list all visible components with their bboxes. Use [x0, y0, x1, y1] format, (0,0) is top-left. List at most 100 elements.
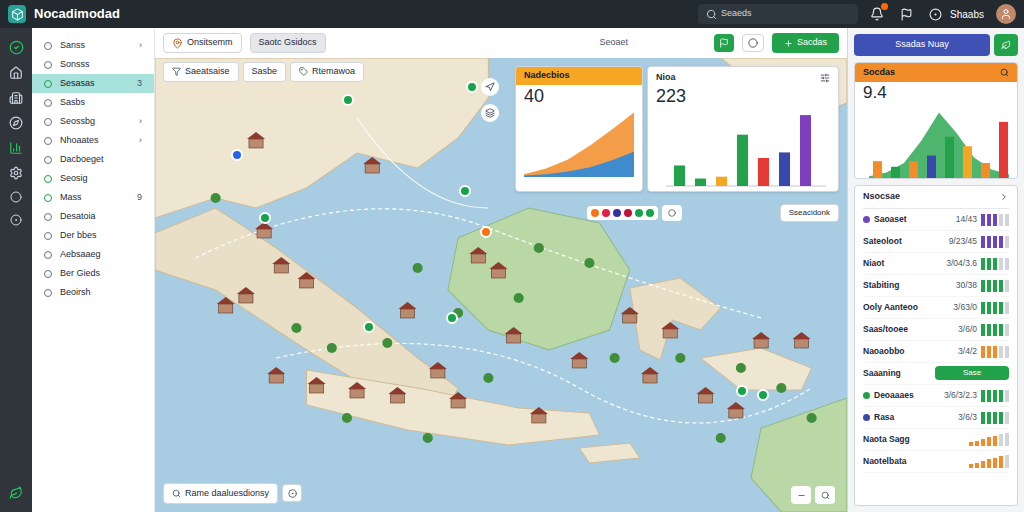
chart-icon[interactable]: [9, 141, 23, 155]
sidebar-item[interactable]: Der bbes: [32, 226, 154, 245]
bar: [737, 135, 748, 186]
flag-icon[interactable]: [900, 8, 913, 21]
compass-icon[interactable]: [9, 116, 23, 130]
bar: [695, 179, 706, 186]
circle-button[interactable]: [742, 34, 764, 52]
list-row[interactable]: Stabiting30/38: [863, 275, 1009, 297]
meter-segment: [1005, 412, 1009, 424]
sidebar-item[interactable]: Sasbs: [32, 93, 154, 112]
meter-segment: [993, 280, 997, 292]
map-pin[interactable]: [459, 185, 471, 197]
list-row[interactable]: Ooly Aanteoo3/63/0: [863, 297, 1009, 319]
map-search[interactable]: Rame daaluesdionsy: [163, 483, 278, 505]
target-icon[interactable]: [10, 214, 22, 226]
navigation-icon: [485, 82, 495, 92]
panel-button[interactable]: Ssadas Nuay: [854, 34, 990, 56]
building-icon[interactable]: [9, 91, 23, 105]
legend-dot: [602, 209, 610, 217]
sidebar-item[interactable]: Desatoia: [32, 207, 154, 226]
house-icon: [308, 377, 326, 393]
meter-segment: [999, 280, 1003, 292]
settings-icon[interactable]: [820, 73, 830, 83]
list-row[interactable]: Sateoloot9/23/45: [863, 231, 1009, 253]
map-pin[interactable]: [363, 321, 375, 333]
house-icon: [272, 257, 290, 273]
map-pin[interactable]: [446, 312, 458, 324]
list-row[interactable]: Saoaset14/43: [863, 209, 1009, 231]
search-icon[interactable]: [1000, 68, 1009, 77]
sidebar-item[interactable]: Beoirsh: [32, 283, 154, 302]
avatar[interactable]: [996, 4, 1016, 24]
bar: [758, 158, 769, 186]
action-button[interactable]: Sacdas: [772, 33, 839, 53]
item-icon: [44, 194, 52, 202]
meter-segment: [1005, 455, 1009, 469]
map-pin[interactable]: [466, 81, 478, 93]
list-row[interactable]: Deoaaaes3/6/3/2.3: [863, 385, 1009, 407]
filter-chip[interactable]: Saeatsaise: [163, 62, 239, 82]
meter-segment: [975, 463, 979, 469]
map-pin[interactable]: [757, 389, 769, 401]
minus-icon: [797, 491, 806, 500]
layers-control[interactable]: [481, 104, 499, 122]
zoom-in-button[interactable]: [815, 486, 835, 504]
check-icon[interactable]: [9, 40, 24, 55]
primary-button[interactable]: Onsitsemm: [163, 33, 242, 53]
locate-button[interactable]: [282, 484, 302, 502]
bar-chart: [656, 107, 826, 187]
sidebar-item[interactable]: Mass9: [32, 188, 154, 207]
meter-segment: [969, 442, 973, 446]
map-pin[interactable]: [259, 212, 271, 224]
map[interactable]: SaeatsaiseSasbeRtemawoaNadecbios40Nioa22…: [155, 58, 847, 512]
house-icon: [297, 272, 315, 288]
status-icon[interactable]: [929, 8, 942, 21]
map-pin[interactable]: [231, 149, 243, 161]
sidebar-item[interactable]: Seosig: [32, 169, 154, 188]
list-row[interactable]: Naota Sagg: [863, 429, 1009, 451]
filter-chip[interactable]: Rtemawoa: [290, 62, 364, 82]
map-pin[interactable]: [736, 385, 748, 397]
tree-icon: [807, 413, 817, 423]
navigate-button[interactable]: [481, 78, 499, 96]
sidebar-item[interactable]: Dacboeget: [32, 150, 154, 169]
meter-segment: [981, 280, 985, 292]
sidebar-item[interactable]: Sonsss: [32, 55, 154, 74]
flag-button[interactable]: [714, 34, 734, 52]
row-value: 3/4/2: [958, 345, 977, 358]
tree-icon: [291, 323, 301, 333]
list-row[interactable]: SaaaningSase: [863, 363, 1009, 385]
list-row[interactable]: Naoaobbo3/4/2: [863, 341, 1009, 363]
sidebar-item[interactable]: Seossbg›: [32, 112, 154, 131]
sidebar-item[interactable]: Sanss›: [32, 36, 154, 55]
flag-icon: [719, 38, 729, 48]
filter-chip[interactable]: Sasbe: [243, 62, 287, 82]
zoom-out-button[interactable]: [791, 486, 811, 504]
sidebar-item[interactable]: Sesasas3: [32, 74, 154, 93]
row-value: 3/6/3/2.3: [944, 389, 977, 402]
item-icon: [44, 213, 52, 221]
list-row[interactable]: Rasa3/6/3: [863, 407, 1009, 429]
secondary-button[interactable]: Saotc Gsidocs: [250, 33, 326, 53]
sidebar-item[interactable]: Aebsaaeg: [32, 245, 154, 264]
list-row[interactable]: Saas/tooee3/6/0: [863, 319, 1009, 341]
panel-chart-card: Socdas9.4: [854, 62, 1018, 180]
refresh-button[interactable]: [662, 205, 682, 221]
legend-dot: [646, 209, 654, 217]
gear-icon[interactable]: [9, 166, 23, 180]
meter-segment: [999, 236, 1003, 248]
meter-segment: [1005, 302, 1009, 314]
chevron-icon[interactable]: [999, 192, 1009, 202]
sidebar-item[interactable]: Ber Gieds: [32, 264, 154, 283]
sidebar-item[interactable]: Nhoaates›: [32, 131, 154, 150]
leaf-button[interactable]: [994, 34, 1018, 56]
meter-segment: [999, 302, 1003, 314]
home-icon[interactable]: [9, 66, 23, 80]
meter-segment: [993, 302, 997, 314]
list-row[interactable]: Niaot3/04/3.6: [863, 253, 1009, 275]
circle-icon[interactable]: [10, 191, 22, 203]
user-name[interactable]: Shaabs: [950, 7, 984, 22]
list-row[interactable]: Naotelbata: [863, 451, 1009, 473]
layers-button[interactable]: Sseacidonk: [780, 204, 839, 222]
search-field[interactable]: Seaeds: [698, 4, 858, 24]
leaf-icon[interactable]: [9, 486, 23, 500]
